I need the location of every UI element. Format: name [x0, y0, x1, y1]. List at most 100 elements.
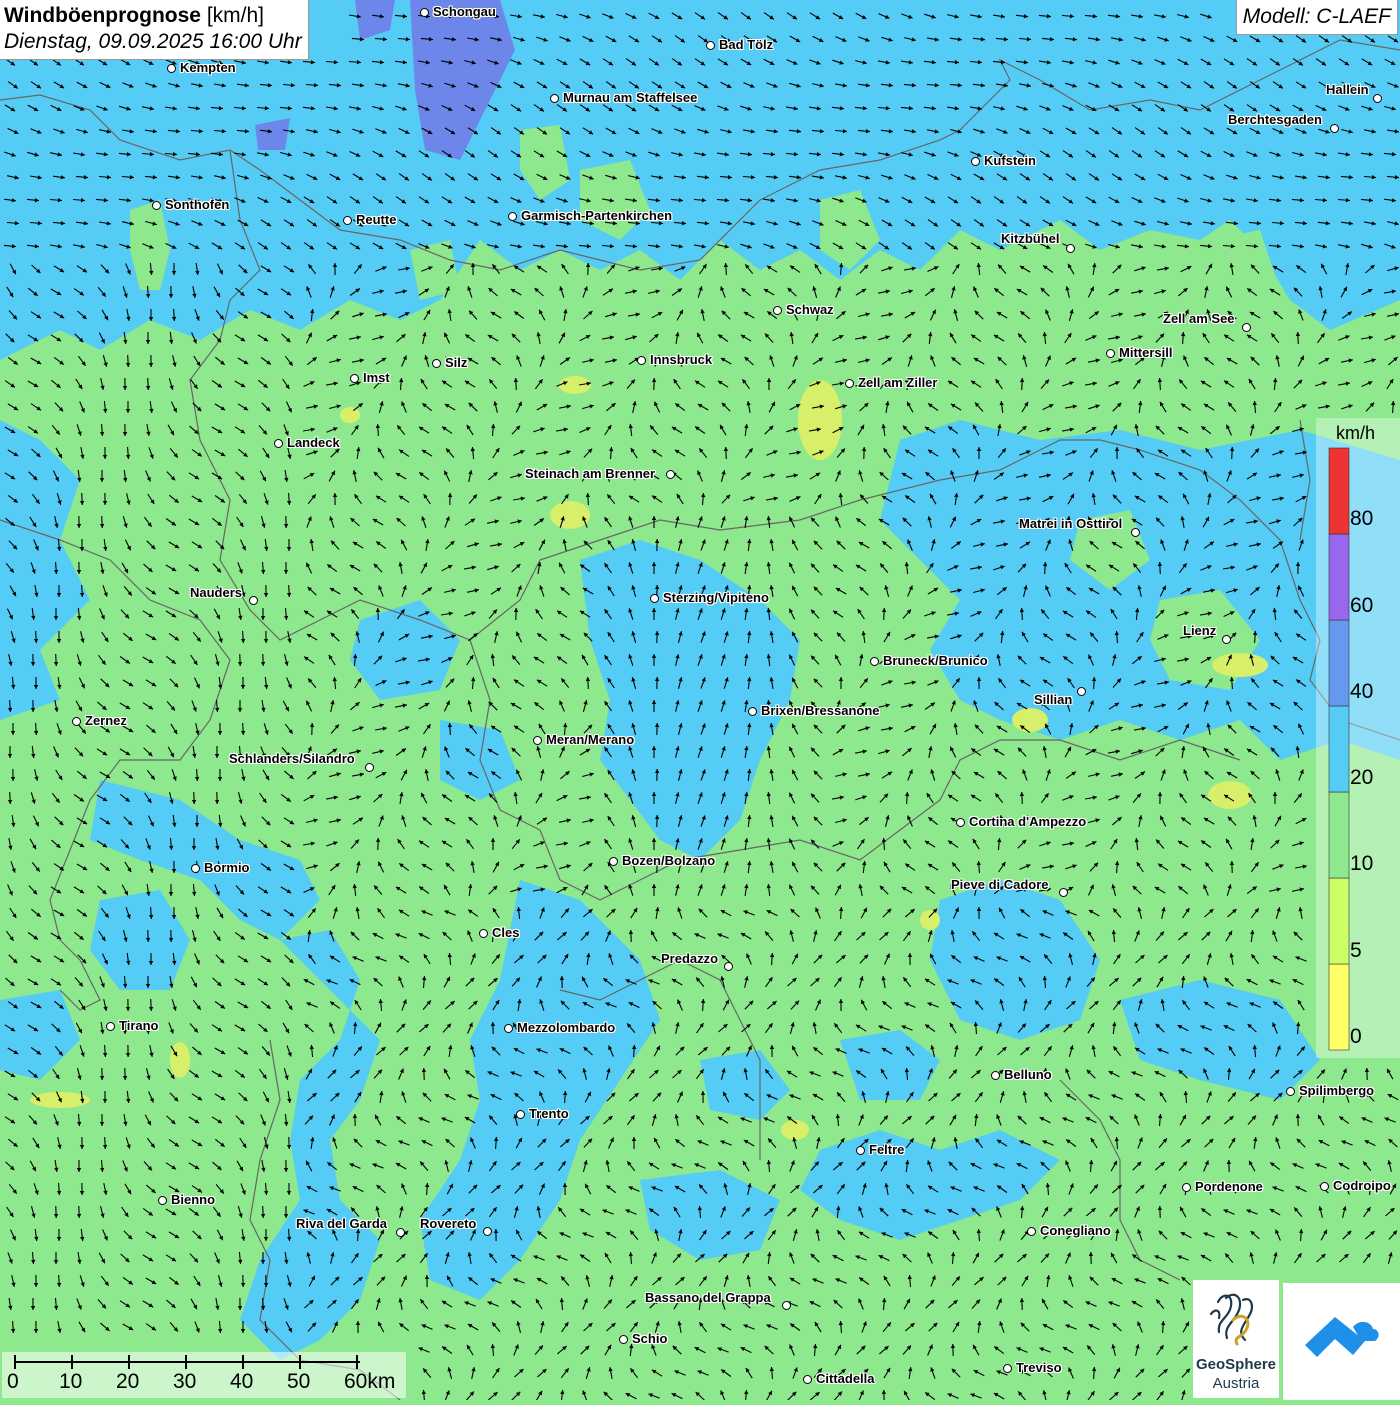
city-label: Tirano: [119, 1018, 159, 1033]
city-marker: [1059, 888, 1068, 897]
city-marker: [991, 1071, 1000, 1080]
geosphere-icon: [1193, 1280, 1279, 1360]
city-label: Kufstein: [984, 153, 1036, 168]
legend-label: 80: [1350, 507, 1373, 531]
city-marker: [782, 1301, 791, 1310]
map-title: Windböenprognose [km/h]: [4, 3, 302, 29]
city-marker: [609, 857, 618, 866]
city-marker: [1003, 1364, 1012, 1373]
city-marker: [803, 1375, 812, 1384]
city-label: Feltre: [869, 1142, 904, 1157]
city-label: Schwaz: [786, 302, 834, 317]
legend-label: 10: [1350, 852, 1373, 876]
city-label: Schio: [632, 1331, 667, 1346]
geosphere-logo[interactable]: GeoSphere Austria: [1193, 1280, 1279, 1398]
legend-label: 20: [1350, 766, 1373, 790]
scale-label: 60km: [344, 1370, 395, 1394]
city-label: Matrei in Osttirol: [1019, 516, 1122, 531]
city-marker: [483, 1227, 492, 1236]
geosphere-country: Austria: [1193, 1375, 1279, 1392]
city-label: Sonthofen: [165, 197, 229, 212]
city-marker: [619, 1335, 628, 1344]
city-label: Imst: [363, 370, 390, 385]
city-marker: [1222, 635, 1231, 644]
scale-label: 20: [116, 1370, 139, 1394]
scale-label: 0: [7, 1370, 19, 1394]
legend-swatch: [1329, 534, 1349, 620]
forecast-datetime: Dienstag, 09.09.2025 16:00 Uhr: [4, 29, 302, 55]
city-marker: [845, 379, 854, 388]
geosphere-name: GeoSphere: [1193, 1356, 1279, 1373]
city-marker: [1320, 1182, 1329, 1191]
city-marker: [550, 94, 559, 103]
city-label: Cortina d'Ampezzo: [969, 814, 1086, 829]
city-marker: [516, 1110, 525, 1119]
model-label: Modell: C-LAEF: [1236, 0, 1398, 35]
app-logo[interactable]: [1283, 1283, 1400, 1400]
city-label: Zell am See: [1163, 311, 1235, 326]
city-label: Sterzing/Vipiteno: [663, 590, 769, 605]
city-marker: [106, 1022, 115, 1031]
legend-label: 0: [1350, 1025, 1362, 1049]
city-label: Sillian: [1034, 692, 1072, 707]
city-label: Spilimbergo: [1299, 1083, 1374, 1098]
legend-label: 5: [1350, 939, 1362, 963]
city-marker: [1106, 349, 1115, 358]
city-label: Silz: [445, 355, 467, 370]
city-marker: [191, 864, 200, 873]
scale-label: 50: [287, 1370, 310, 1394]
city-marker: [1330, 124, 1339, 133]
city-marker: [870, 657, 879, 666]
city-label: Kempten: [180, 60, 236, 75]
city-marker: [508, 212, 517, 221]
city-marker: [1242, 323, 1251, 332]
city-label: Trento: [529, 1106, 569, 1121]
city-marker: [533, 736, 542, 745]
city-label: Kitzbühel: [1001, 231, 1060, 246]
city-marker: [856, 1146, 865, 1155]
legend-label: 60: [1350, 594, 1373, 618]
city-label: Murnau am Staffelsee: [563, 90, 697, 105]
legend-swatch: [1329, 620, 1349, 706]
city-marker: [773, 306, 782, 315]
city-marker: [343, 216, 352, 225]
city-label: Bormio: [204, 860, 250, 875]
app-mountain-icon: [1283, 1283, 1400, 1400]
legend-swatch: [1329, 448, 1349, 534]
city-marker: [650, 594, 659, 603]
city-label: Lienz: [1183, 623, 1216, 638]
city-marker: [666, 470, 675, 479]
city-marker: [1131, 528, 1140, 537]
city-label: Pieve di Cadore: [951, 877, 1049, 892]
city-label: Landeck: [287, 435, 340, 450]
city-label: Reutte: [356, 212, 396, 227]
city-marker: [724, 962, 733, 971]
legend-swatch: [1329, 964, 1349, 1050]
city-label: Belluno: [1004, 1067, 1052, 1082]
scale-label: 30: [173, 1370, 196, 1394]
scale-label: 10: [59, 1370, 82, 1394]
legend-unit: km/h: [1336, 423, 1375, 444]
city-marker: [396, 1228, 405, 1237]
city-marker: [365, 763, 374, 772]
city-marker: [1077, 687, 1086, 696]
city-marker: [152, 201, 161, 210]
city-marker: [432, 359, 441, 368]
city-label: Bad Tölz: [719, 37, 773, 52]
city-marker: [504, 1024, 513, 1033]
city-label: Mezzolombardo: [517, 1020, 615, 1035]
city-label: Zell am Ziller: [858, 375, 937, 390]
city-label: Treviso: [1016, 1360, 1062, 1375]
city-label: Meran/Merano: [546, 732, 634, 747]
city-label: Nauders: [190, 585, 242, 600]
legend-swatch: [1329, 706, 1349, 792]
city-label: Mittersill: [1119, 345, 1172, 360]
city-marker: [1182, 1183, 1191, 1192]
legend-swatch: [1329, 878, 1349, 964]
map-title-bold: Windböenprognose: [4, 4, 201, 27]
city-label: Riva del Garda: [296, 1216, 387, 1231]
city-label: Hallein: [1326, 82, 1369, 97]
city-label: Cittadella: [816, 1371, 875, 1386]
map-title-box: Windböenprognose [km/h] Dienstag, 09.09.…: [0, 0, 309, 60]
city-label: Berchtesgaden: [1228, 112, 1322, 127]
